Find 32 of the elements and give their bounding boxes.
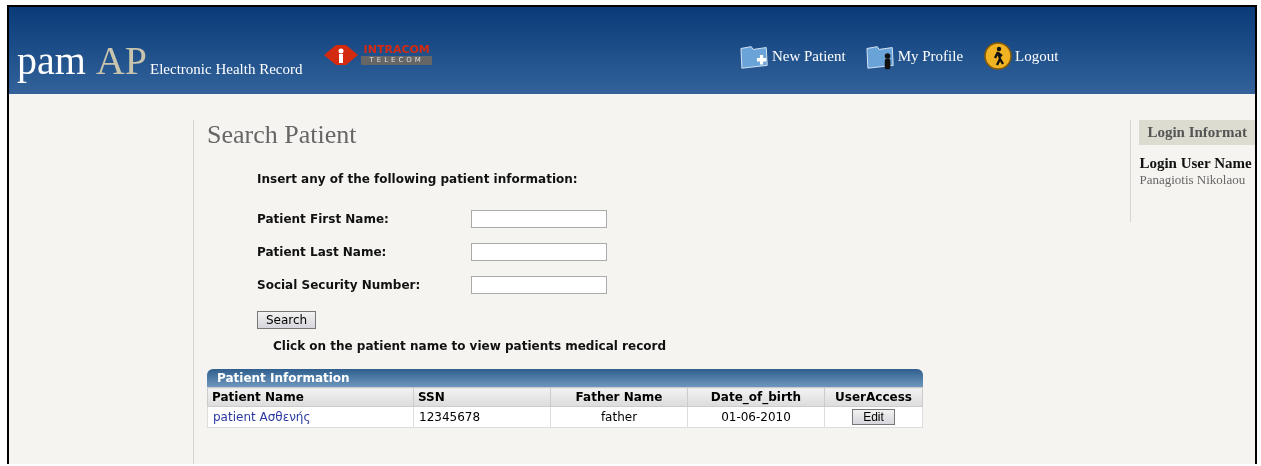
- nav-link[interactable]: New Patient: [739, 42, 846, 70]
- input-field[interactable]: [471, 275, 607, 294]
- logo-accent-text: AP: [95, 37, 147, 84]
- column-header: SSN: [413, 387, 551, 407]
- page-title: Search Patient: [207, 120, 358, 150]
- input-field[interactable]: [471, 209, 607, 228]
- sidebar-title: Login Informat: [1139, 120, 1255, 145]
- input-field[interactable]: [471, 242, 607, 261]
- login-user-name: Panagiotis Nikolaou: [1139, 172, 1247, 188]
- table-cell: father: [550, 406, 688, 428]
- table-title: Patient Information: [207, 369, 923, 387]
- search-button[interactable]: Search: [257, 311, 317, 329]
- table-cell: 01-06-2010: [687, 406, 825, 428]
- field-label: Patient First Name:: [257, 211, 390, 226]
- field-label: Social Security Number:: [257, 277, 422, 292]
- column-header: Father Name: [550, 387, 688, 407]
- edit-button[interactable]: Edit: [852, 409, 895, 425]
- instruction-text: Insert any of the following patient information:: [257, 172, 579, 186]
- field-label: Patient Last Name:: [257, 244, 388, 259]
- diamond-logo-icon: [324, 44, 359, 65]
- partner-logo-name: INTRACOM: [363, 44, 430, 56]
- walking-person-icon: [983, 42, 1014, 70]
- logo-text: pam: [17, 41, 86, 81]
- hint-text: Click on the patient name to view patients medical record: [273, 339, 667, 353]
- logo-subtitle: Electronic Health Record: [150, 61, 303, 78]
- column-header: Patient Name: [207, 387, 414, 407]
- column-header: UserAccess: [824, 387, 923, 407]
- table-cell: 12345678: [413, 406, 551, 428]
- nav-link[interactable]: My Profile: [865, 42, 964, 70]
- column-header: Date_of_birth: [687, 387, 825, 407]
- nav-link[interactable]: Logout: [983, 42, 1059, 70]
- login-user-label: Login User Name: [1139, 155, 1253, 172]
